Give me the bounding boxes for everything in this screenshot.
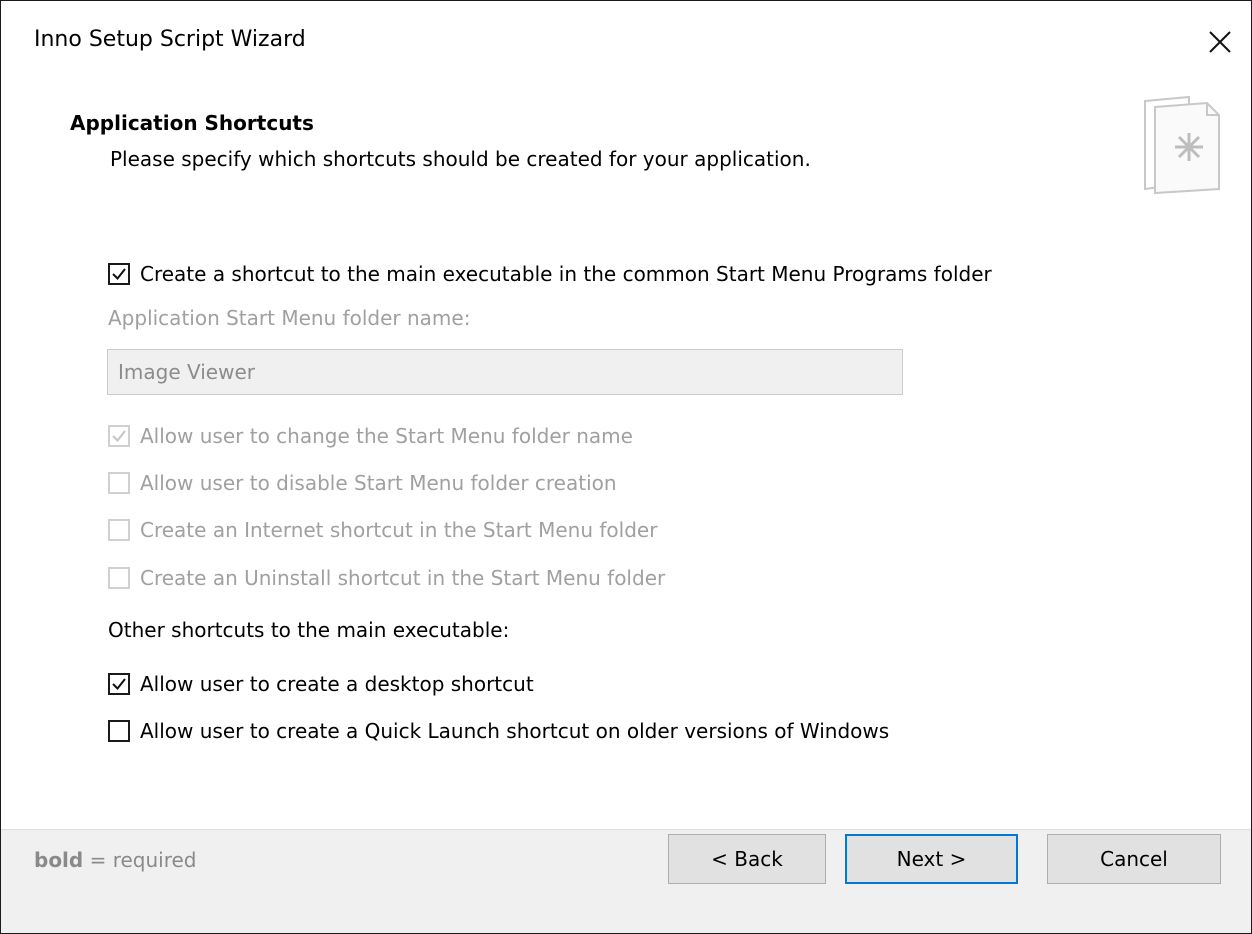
checkbox-box[interactable] xyxy=(108,263,130,285)
checkbox-label: Create a shortcut to the main executable… xyxy=(140,262,992,286)
checkbox-label: Allow user to disable Start Menu folder … xyxy=(140,471,617,495)
checkbox-label: Allow user to create a desktop shortcut xyxy=(140,672,534,696)
start-menu-shortcut-checkbox[interactable]: Create a shortcut to the main executable… xyxy=(108,257,992,291)
window-title: Inno Setup Script Wizard xyxy=(34,27,306,52)
checkbox-label: Create an Internet shortcut in the Start… xyxy=(140,518,658,542)
cancel-button[interactable]: Cancel xyxy=(1047,834,1221,884)
back-button[interactable]: < Back xyxy=(668,834,826,884)
page-title: Application Shortcuts xyxy=(70,111,314,135)
checkbox-label: Create an Uninstall shortcut in the Star… xyxy=(140,566,666,590)
check-icon xyxy=(112,268,126,281)
checkbox-box[interactable] xyxy=(108,519,130,541)
required-legend: bold = required xyxy=(34,848,197,872)
checkbox-box[interactable] xyxy=(108,425,130,447)
title-bar: Inno Setup Script Wizard xyxy=(1,1,1251,85)
allow-change-folder-checkbox[interactable]: Allow user to change the Start Menu fold… xyxy=(108,419,633,453)
quick-launch-shortcut-checkbox[interactable]: Allow user to create a Quick Launch shor… xyxy=(108,714,889,748)
checkbox-box[interactable] xyxy=(108,673,130,695)
start-menu-folder-input[interactable] xyxy=(107,349,903,395)
required-legend-text: = required xyxy=(83,848,197,872)
checkbox-label: Allow user to create a Quick Launch shor… xyxy=(140,719,890,743)
checkbox-box[interactable] xyxy=(108,720,130,742)
internet-shortcut-checkbox[interactable]: Create an Internet shortcut in the Start… xyxy=(108,513,657,547)
next-button[interactable]: Next > xyxy=(845,834,1018,884)
required-legend-bold: bold xyxy=(34,848,84,872)
other-shortcuts-heading: Other shortcuts to the main executable: xyxy=(108,618,510,642)
check-icon xyxy=(112,678,126,691)
close-button[interactable] xyxy=(1189,11,1251,73)
folder-name-label: Application Start Menu folder name: xyxy=(108,306,471,330)
wizard-window: Inno Setup Script Wizard Application Sho… xyxy=(0,0,1252,934)
wizard-document-icon xyxy=(1144,95,1220,195)
check-icon xyxy=(112,430,126,443)
desktop-shortcut-checkbox[interactable]: Allow user to create a desktop shortcut xyxy=(108,667,534,701)
page-subtitle: Please specify which shortcuts should be… xyxy=(110,147,811,171)
checkbox-box[interactable] xyxy=(108,567,130,589)
checkbox-label: Allow user to change the Start Menu fold… xyxy=(140,424,633,448)
uninstall-shortcut-checkbox[interactable]: Create an Uninstall shortcut in the Star… xyxy=(108,561,665,595)
checkbox-box[interactable] xyxy=(108,472,130,494)
allow-disable-folder-checkbox[interactable]: Allow user to disable Start Menu folder … xyxy=(108,466,617,500)
close-icon xyxy=(1209,31,1231,53)
